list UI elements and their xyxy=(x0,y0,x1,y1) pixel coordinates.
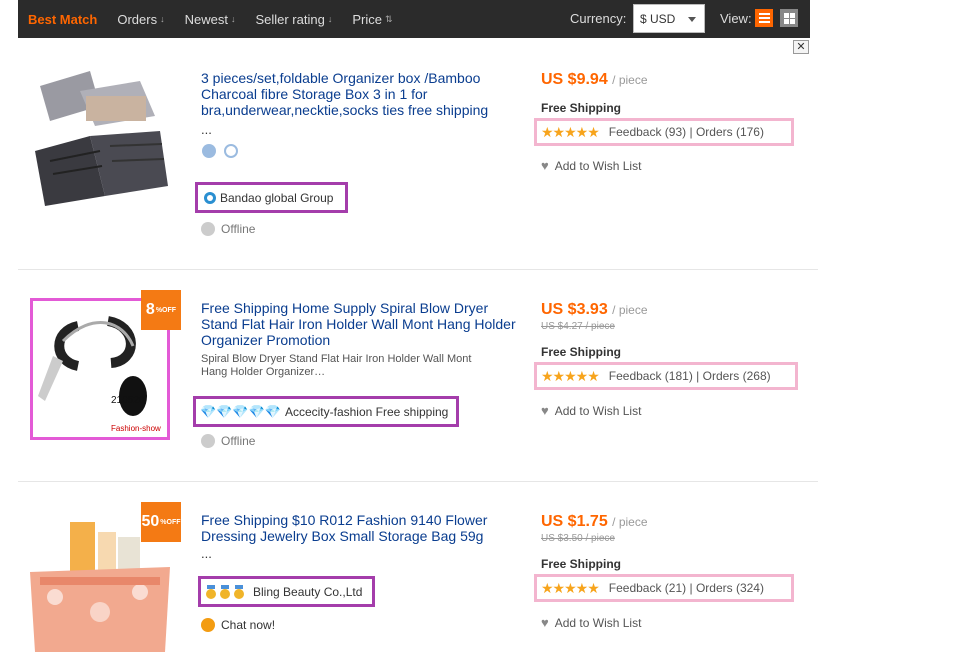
diamond-icon: 💎💎💎💎💎 xyxy=(200,403,281,419)
add-to-wish-list[interactable]: ♥ Add to Wish List xyxy=(541,615,641,630)
offline-icon xyxy=(201,222,215,236)
chevron-down-icon xyxy=(688,17,696,22)
list-icon xyxy=(758,13,770,23)
sort-down-icon: ↓ xyxy=(230,14,236,24)
product-ellipsis: ... xyxy=(201,122,212,137)
free-shipping: Free Shipping xyxy=(541,101,622,115)
price: US $1.75 / piece xyxy=(541,513,648,530)
chat-icon xyxy=(201,618,215,632)
feedback-link[interactable]: Feedback (181) xyxy=(609,369,693,383)
view-label: View: xyxy=(720,11,752,26)
return-icon xyxy=(224,144,238,158)
close-button[interactable]: ✕ xyxy=(793,40,809,54)
feedback-link[interactable]: Feedback (93) xyxy=(609,125,686,139)
grid-view-button[interactable] xyxy=(780,9,798,27)
sort-orders[interactable]: Orders ↓ xyxy=(117,12,164,27)
price: US $9.94 / piece xyxy=(541,71,648,88)
heart-icon: ♥ xyxy=(541,403,549,418)
product-description: Spiral Blow Dryer Stand Flat Hair Iron H… xyxy=(201,353,472,378)
sort-best-match[interactable]: Best Match xyxy=(28,12,97,27)
store-link[interactable]: 💎💎💎💎💎 Accecity-fashion Free shipping xyxy=(193,396,459,427)
free-shipping: Free Shipping xyxy=(541,557,622,571)
product-row: 3 pieces/set,foldable Organizer box /Bam… xyxy=(18,54,818,270)
heart-icon: ♥ xyxy=(541,158,549,173)
organizer-box-image xyxy=(30,66,170,206)
original-price: US $3.50 / piece xyxy=(541,533,615,544)
seller-status: Offline xyxy=(201,222,255,236)
service-icons xyxy=(202,144,238,158)
sort-seller-rating[interactable]: Seller rating ↓ xyxy=(255,12,332,27)
svg-text:Fashion-show: Fashion-show xyxy=(111,424,161,433)
add-to-wish-list[interactable]: ♥ Add to Wish List xyxy=(541,403,641,418)
price: US $3.93 / piece xyxy=(541,301,648,318)
sort-newest[interactable]: Newest ↓ xyxy=(185,12,236,27)
seller-status: Offline xyxy=(201,434,255,448)
star-rating-icon: ★★★★★ xyxy=(541,579,600,596)
product-row: 50 %OFF Free Shipping $10 R012 Fashion 91… xyxy=(18,482,818,661)
product-title[interactable]: 3 pieces/set,foldable Organizer box /Bam… xyxy=(201,70,521,118)
product-image[interactable] xyxy=(30,66,170,206)
store-link[interactable]: Bandao global Group xyxy=(195,182,348,213)
product-ellipsis: ... xyxy=(201,546,212,561)
chat-now-link[interactable]: Chat now! xyxy=(201,618,275,632)
medal-icon xyxy=(204,191,216,204)
original-price: US $4.27 / piece xyxy=(541,321,615,332)
product-row: 210520 Fashion-show 8 %OFF Free Shipping … xyxy=(18,270,818,482)
add-to-wish-list[interactable]: ♥ Add to Wish List xyxy=(541,158,641,173)
feedback-link[interactable]: Feedback (21) xyxy=(609,581,686,595)
heart-icon: ♥ xyxy=(541,615,549,630)
discount-badge: 50 %OFF xyxy=(141,502,181,542)
star-rating-icon: ★★★★★ xyxy=(541,123,600,140)
list-view-button[interactable] xyxy=(755,9,773,27)
currency-label: Currency: xyxy=(570,11,627,26)
sort-both-icon: ⇅ xyxy=(384,13,393,24)
product-title[interactable]: Free Shipping $10 R012 Fashion 9140 Flow… xyxy=(201,512,521,544)
sort-down-icon: ↓ xyxy=(327,14,333,24)
offline-icon xyxy=(201,434,215,448)
grid-icon xyxy=(783,12,795,24)
svg-text:210520: 210520 xyxy=(111,395,145,406)
star-rating-icon: ★★★★★ xyxy=(541,367,600,384)
buyer-protection-icon xyxy=(202,144,216,158)
discount-badge: 8 %OFF xyxy=(141,290,181,330)
rating-box: ★★★★★ Feedback (93) | Orders (176) xyxy=(534,118,794,146)
rating-box: ★★★★★ Feedback (181) | Orders (268) xyxy=(534,362,798,390)
crown-medal-icon xyxy=(205,584,245,599)
sort-down-icon: ↓ xyxy=(160,14,165,24)
orders-count: Orders (176) xyxy=(695,125,764,139)
currency-select[interactable]: $ USD xyxy=(633,4,705,33)
free-shipping: Free Shipping xyxy=(541,345,622,359)
rating-box: ★★★★★ Feedback (21) | Orders (324) xyxy=(534,574,794,602)
sort-toolbar: Best Match Orders ↓ Newest ↓ Seller rating… xyxy=(18,0,810,38)
product-title[interactable]: Free Shipping Home Supply Spiral Blow Dr… xyxy=(201,300,521,348)
orders-count: Orders (324) xyxy=(695,581,764,595)
orders-count: Orders (268) xyxy=(702,369,771,383)
sort-price[interactable]: Price ⇅ xyxy=(352,12,392,27)
store-link[interactable]: Bling Beauty Co.,Ltd xyxy=(198,576,375,607)
